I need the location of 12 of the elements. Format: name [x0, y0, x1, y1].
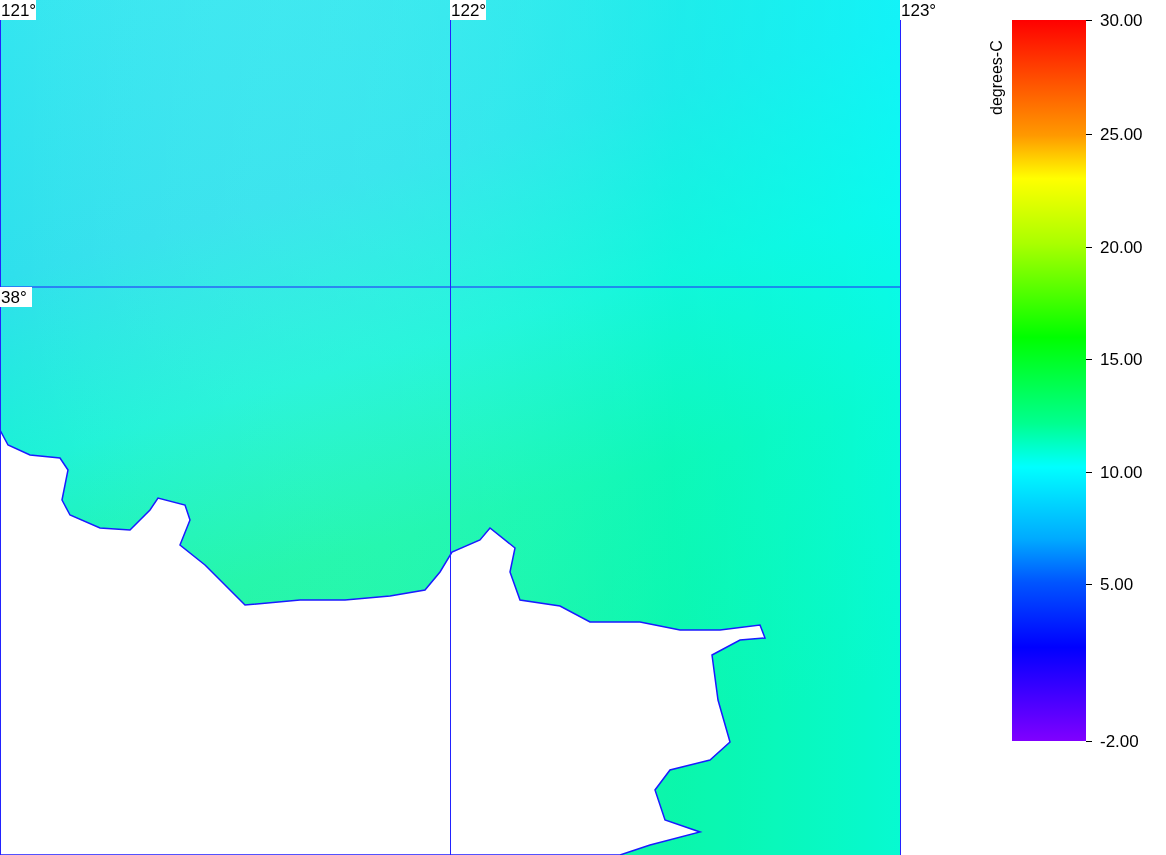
scale-tick-label: 30.00 — [1100, 11, 1143, 30]
scale-tick-label: 10.00 — [1100, 463, 1143, 482]
scale-tick-label: 25.00 — [1100, 125, 1143, 144]
latitude-label: 38° — [0, 287, 32, 307]
longitude-label: 121° — [0, 0, 37, 20]
scale-tick-label: 5.00 — [1100, 575, 1134, 594]
scale-tick-label: 15.00 — [1100, 350, 1143, 369]
scale-tick-label: 20.00 — [1100, 238, 1143, 257]
longitude-label: 122° — [450, 0, 487, 20]
longitude-label: 123° — [900, 0, 937, 20]
scale-tick-label: -2.00 — [1100, 732, 1139, 751]
unit-label: degrees-C — [988, 40, 1005, 115]
